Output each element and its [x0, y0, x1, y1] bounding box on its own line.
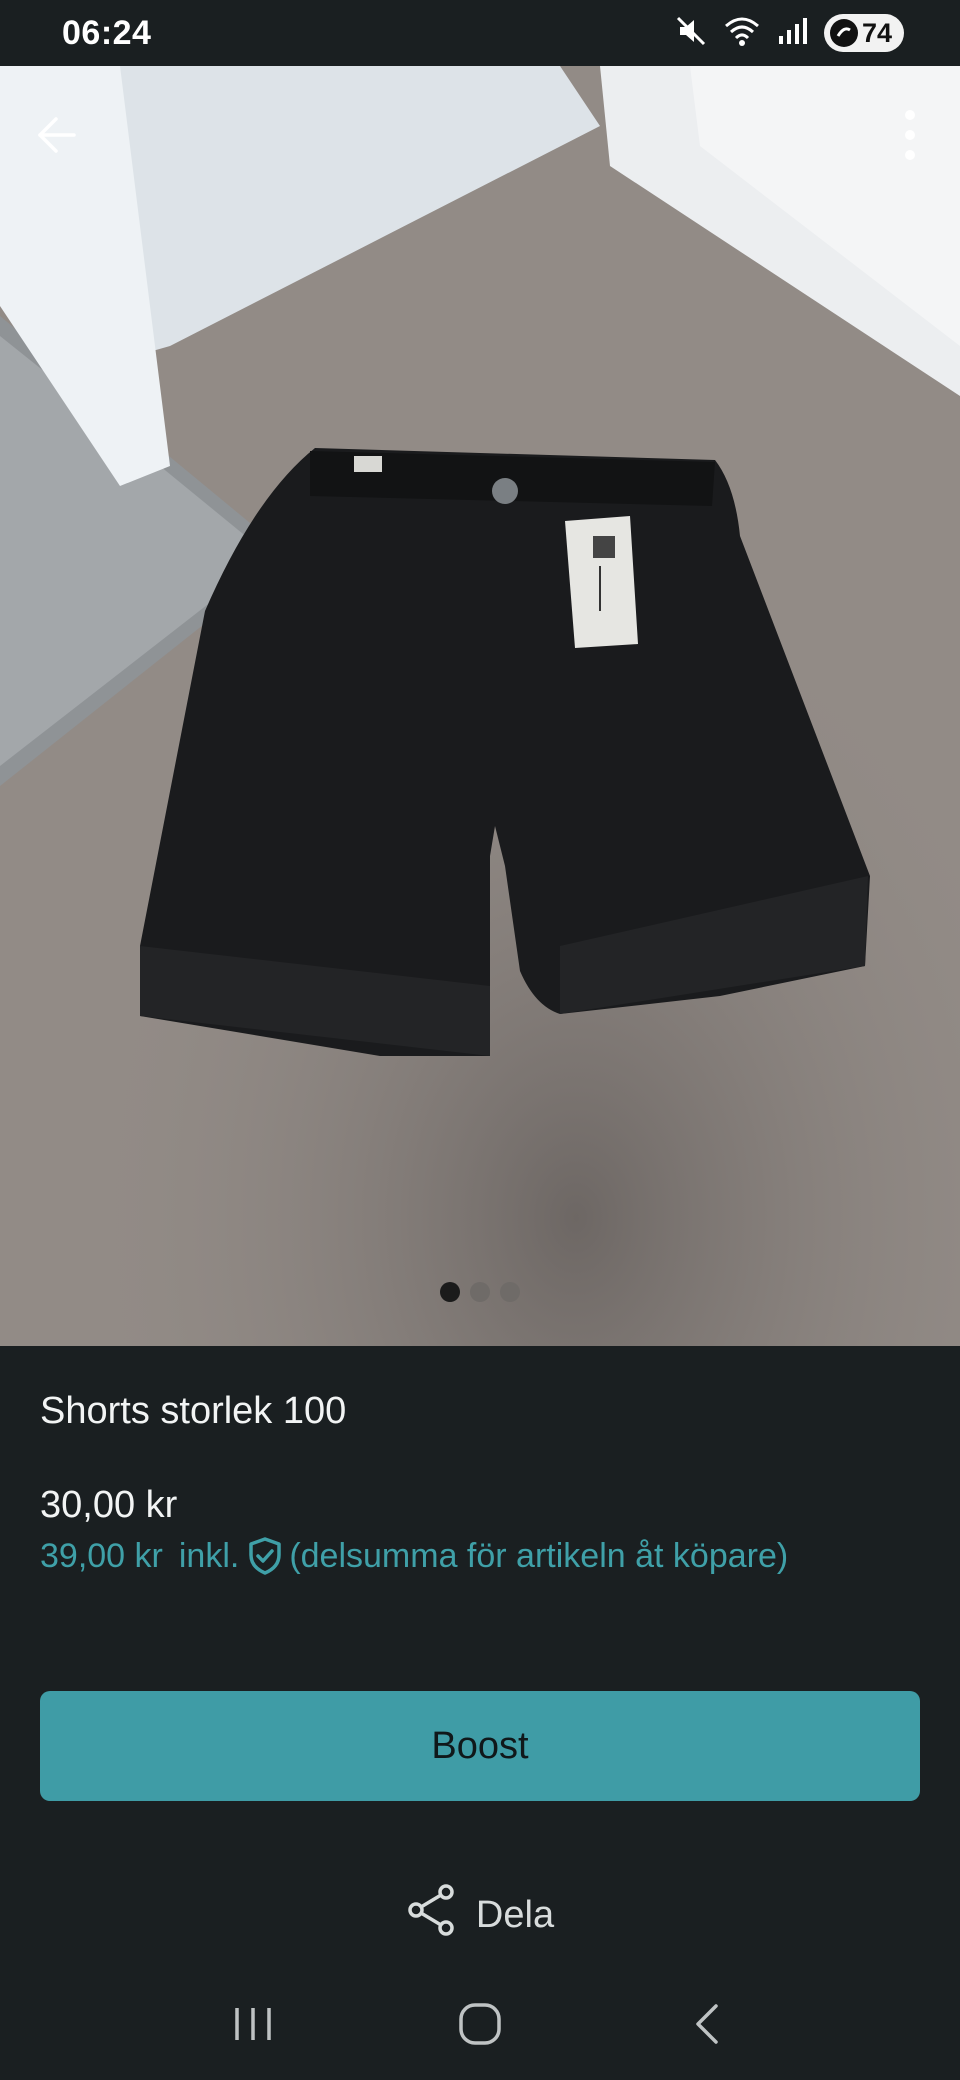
boost-button[interactable]: Boost: [40, 1691, 920, 1801]
recent-apps-button[interactable]: [213, 1985, 293, 2065]
status-icons: 74: [674, 14, 904, 53]
buyer-price: 39,00 kr: [40, 1536, 163, 1575]
product-photo-gallery[interactable]: [0, 66, 960, 1346]
home-button[interactable]: [440, 1985, 520, 2065]
buyer-price-row[interactable]: 39,00 kr inkl. (delsumma för artikeln åt…: [40, 1536, 788, 1576]
status-time: 06:24: [62, 13, 152, 52]
recent-apps-icon: [231, 2004, 275, 2047]
wifi-icon: [722, 14, 762, 53]
incl-note: (delsumma för artikeln åt köpare): [289, 1536, 789, 1575]
pagination-dot-2[interactable]: [470, 1282, 490, 1302]
status-bar: 06:24 74: [0, 0, 960, 66]
more-vertical-icon: [904, 109, 916, 164]
gallery-pagination: [0, 1282, 960, 1302]
share-button[interactable]: Dela: [0, 1880, 960, 1950]
chevron-left-icon: [692, 2002, 722, 2049]
battery-saver-icon: [829, 19, 858, 47]
home-icon: [457, 2001, 503, 2050]
more-options-button[interactable]: [880, 106, 940, 166]
signal-icon: [776, 14, 810, 53]
system-back-button[interactable]: [667, 1985, 747, 2065]
share-label: Dela: [475, 1893, 555, 1936]
pagination-dot-1[interactable]: [440, 1282, 460, 1302]
back-button[interactable]: [26, 106, 86, 166]
arrow-left-icon: [34, 113, 78, 160]
battery-level: 74: [861, 17, 892, 48]
product-photo: [0, 66, 960, 1346]
listing-price: 30,00 kr: [40, 1484, 178, 1526]
pagination-dot-3[interactable]: [500, 1282, 520, 1302]
listing-title: Shorts storlek 100: [40, 1390, 347, 1432]
battery-indicator: 74: [823, 14, 904, 52]
system-nav-bar: [0, 1970, 960, 2080]
shield-check-icon: [247, 1536, 283, 1576]
mute-icon: [674, 14, 708, 53]
share-icon: [406, 1884, 456, 1946]
incl-label: inkl.: [178, 1536, 240, 1575]
